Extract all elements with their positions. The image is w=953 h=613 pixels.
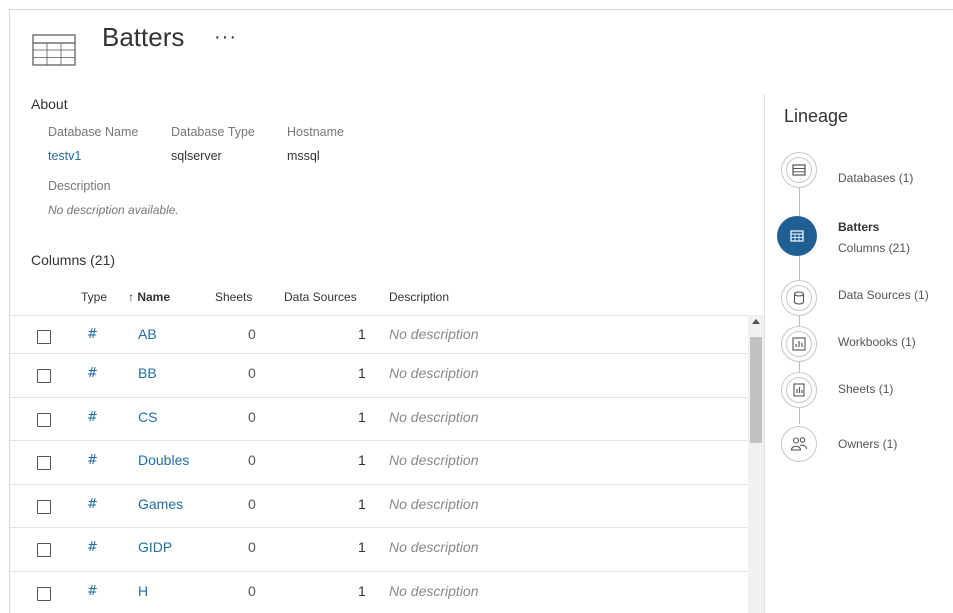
table-icon xyxy=(790,230,804,242)
lineage-label-workbooks[interactable]: Workbooks (1) xyxy=(838,335,916,349)
column-description: No description xyxy=(389,539,479,555)
column-name-link[interactable]: BB xyxy=(138,365,157,381)
column-description: No description xyxy=(389,365,479,381)
table-row: # GIDP 0 1 No description xyxy=(10,527,748,571)
hostname-label: Hostname xyxy=(287,125,344,139)
table-row: # BB 0 1 No description xyxy=(10,353,748,397)
table-icon xyxy=(32,34,76,66)
sheets-count: 0 xyxy=(248,452,256,468)
owners-icon xyxy=(790,437,808,451)
row-checkbox[interactable] xyxy=(37,412,51,427)
column-header-description[interactable]: Description xyxy=(389,290,449,304)
about-heading: About xyxy=(31,96,68,112)
table-row: # Games 0 1 No description xyxy=(10,483,748,528)
row-checkbox[interactable] xyxy=(37,543,51,557)
data-sources-count: 1 xyxy=(358,365,366,381)
data-source-icon xyxy=(793,291,805,305)
scroll-up-arrow-icon[interactable] xyxy=(752,319,760,324)
table-row: # Doubles 0 1 No description xyxy=(10,440,748,484)
number-type-icon: # xyxy=(87,583,98,599)
workbook-icon xyxy=(792,337,806,351)
sheets-count: 0 xyxy=(248,408,256,425)
lineage-label-sheets[interactable]: Sheets (1) xyxy=(838,382,893,396)
description-label: Description xyxy=(48,179,111,193)
column-header-type[interactable]: Type xyxy=(81,290,107,304)
page-frame: Batters ··· About Database Name testv1 D… xyxy=(9,9,953,613)
lineage-node-workbooks[interactable] xyxy=(781,326,817,362)
sheet-icon xyxy=(793,383,805,397)
lineage-sublabel-columns: Columns (21) xyxy=(838,241,911,255)
columns-heading: Columns (21) xyxy=(31,252,116,268)
database-name-link[interactable]: testv1 xyxy=(48,149,81,163)
database-type-value: sqlserver xyxy=(171,149,222,163)
column-name-link[interactable]: CS xyxy=(138,409,157,425)
lineage-node-owners[interactable] xyxy=(781,426,817,462)
lineage-title: Lineage xyxy=(784,106,849,126)
column-description: No description xyxy=(389,495,479,512)
lineage-label-databases[interactable]: Databases (1) xyxy=(838,171,913,185)
number-type-icon: # xyxy=(87,327,98,342)
description-value: No description available. xyxy=(48,203,179,217)
lineage-label-batters: Batters xyxy=(838,220,880,234)
column-description: No description xyxy=(389,326,479,342)
column-name-link[interactable]: GIDP xyxy=(138,539,172,555)
table-row: # AB 0 1 No description xyxy=(10,315,748,359)
column-name-link[interactable]: AB xyxy=(138,326,157,342)
number-type-icon: # xyxy=(87,496,98,512)
column-header-name[interactable]: ↑ Name xyxy=(128,290,170,304)
sheets-count: 0 xyxy=(248,495,256,512)
lineage-label-owners[interactable]: Owners (1) xyxy=(838,437,897,451)
number-type-icon: # xyxy=(87,366,98,381)
data-sources-count: 1 xyxy=(358,326,366,342)
number-type-icon: # xyxy=(87,540,98,555)
lineage-node-data-sources[interactable] xyxy=(781,280,817,316)
table-row: # H 0 1 No description xyxy=(10,570,748,613)
lineage-panel: Lineage Databases (1) Batters Columns (2… xyxy=(764,94,953,613)
data-sources-count: 1 xyxy=(358,582,366,599)
row-checkbox[interactable] xyxy=(37,456,51,470)
number-type-icon: # xyxy=(87,409,98,425)
row-checkbox[interactable] xyxy=(37,330,51,344)
column-header-sheets[interactable]: Sheets xyxy=(215,290,252,304)
sheets-count: 0 xyxy=(248,582,256,599)
lineage-label-data-sources[interactable]: Data Sources (1) xyxy=(838,288,929,302)
database-icon xyxy=(792,164,806,176)
number-type-icon: # xyxy=(87,453,98,468)
page-title: Batters xyxy=(102,22,185,52)
data-sources-count: 1 xyxy=(358,495,366,512)
row-checkbox[interactable] xyxy=(37,586,51,601)
column-name-link[interactable]: Games xyxy=(138,496,183,512)
column-name-link[interactable]: H xyxy=(138,583,148,599)
columns-table: # AB 0 1 No description # BB 0 1 No desc… xyxy=(10,315,764,613)
sheets-count: 0 xyxy=(248,539,256,555)
column-description: No description xyxy=(389,582,479,599)
column-header-data-sources[interactable]: Data Sources xyxy=(284,290,357,304)
sheets-count: 0 xyxy=(248,326,256,342)
data-sources-count: 1 xyxy=(358,408,366,425)
sheets-count: 0 xyxy=(248,365,256,381)
data-sources-count: 1 xyxy=(358,452,366,468)
database-name-label: Database Name xyxy=(48,125,139,139)
lineage-node-databases[interactable] xyxy=(781,152,817,188)
scrollbar-thumb[interactable] xyxy=(750,337,762,443)
database-type-label: Database Type xyxy=(171,125,255,139)
lineage-node-batters[interactable] xyxy=(777,216,817,256)
column-description: No description xyxy=(389,452,479,468)
column-description: No description xyxy=(389,408,479,425)
table-row: # CS 0 1 No description xyxy=(10,396,748,441)
more-options-button[interactable]: ··· xyxy=(214,26,237,49)
row-checkbox[interactable] xyxy=(37,499,51,514)
lineage-node-sheets[interactable] xyxy=(781,372,817,408)
hostname-value: mssql xyxy=(287,149,320,163)
column-name-link[interactable]: Doubles xyxy=(138,452,189,468)
row-checkbox[interactable] xyxy=(37,369,51,383)
table-scrollbar[interactable] xyxy=(748,315,764,613)
data-sources-count: 1 xyxy=(358,539,366,555)
